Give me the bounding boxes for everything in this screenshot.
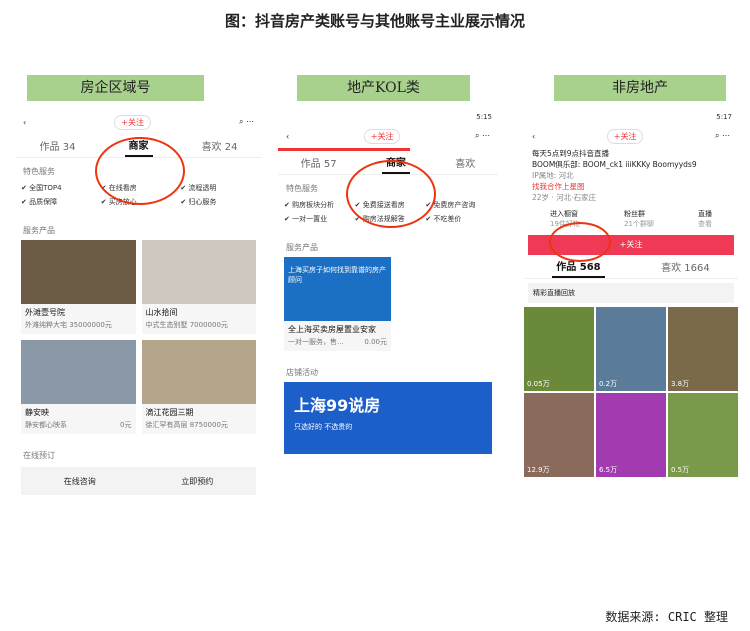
activity-heading: 店铺活动 (286, 368, 318, 377)
label-nonrealestate: 非房地产 (554, 75, 726, 101)
tab-likes[interactable]: 喜欢 1664 (661, 259, 710, 274)
video-thumb[interactable]: 6.5万 (596, 393, 666, 477)
live-entry[interactable]: 直播 查看 (698, 209, 712, 229)
book-button[interactable]: 立即预约 (181, 476, 213, 487)
activity-banner[interactable]: 上海99说房 只选好的 不选贵的 (284, 382, 492, 454)
follow-button[interactable]: +关注 (114, 114, 151, 130)
label-kol: 地产KOL类 (297, 75, 470, 101)
product-card[interactable]: 滴江花园三期 徐汇罕有高层 8750000元 (141, 340, 256, 434)
highlight-ring (346, 160, 436, 228)
product-card[interactable]: 外滩壹号院 外滩纯粹大宅 35000000元 (21, 240, 136, 334)
video-thumb[interactable]: 12.9万 (524, 393, 594, 477)
search-icon[interactable]: ⌕ ⋯ (475, 131, 490, 141)
service-heading: 服务产品 (286, 243, 318, 252)
highlight-ring (549, 222, 611, 262)
search-icon[interactable]: ⌕ ⋯ (239, 117, 254, 127)
follow-button[interactable]: +关注 (363, 128, 401, 144)
video-thumb[interactable]: 0.5万 (668, 393, 738, 477)
highlight-ring (95, 137, 185, 205)
source-note: 数据来源: CRIC 整理 (605, 610, 728, 624)
page-title: 图：抖音房产类账号与其他账号主业展示情况 (224, 12, 525, 30)
chip: 购房板块分析 (284, 200, 351, 210)
video-thumb[interactable]: 3.8万 (668, 307, 738, 391)
video-thumb[interactable]: 0.2万 (596, 307, 666, 391)
back-icon[interactable]: ‹ (23, 118, 26, 127)
tab-likes[interactable]: 喜欢 (455, 155, 475, 170)
product-card[interactable]: 上海买房子如何找到靠谱的房产顾问 全上海买卖房屋置业安家 一对一服务，售... 0.… (284, 257, 391, 351)
fans-group[interactable]: 粉丝群 21个群聊 (624, 209, 654, 229)
live-replay[interactable]: 精彩直播回放 (528, 283, 734, 303)
tab-works[interactable]: 作品 57 (301, 155, 337, 170)
product-card[interactable]: 山水拾间 中式生态别墅 7000000元 (141, 240, 256, 334)
online-heading: 在线预订 (23, 451, 55, 460)
service-heading: 服务产品 (23, 226, 55, 235)
chip: 全国TOP4 (21, 183, 97, 193)
search-icon[interactable]: ⌕ ⋯ (715, 131, 730, 141)
follow-button[interactable]: +关注 (606, 128, 644, 144)
chip: 品质保障 (21, 197, 97, 207)
label-developer: 房企区域号 (27, 75, 204, 101)
chip: 不吃差价 (425, 214, 492, 224)
video-thumb[interactable]: 0.05万 (524, 307, 594, 391)
chip: 流程透明 (180, 183, 256, 193)
tab-works[interactable]: 作品 34 (40, 138, 76, 153)
phone-nonrealestate: 5:17 ‹ +关注 ⌕ ⋯ 每天5点到9点抖音直播 BOOM俱乐部: BOOM_ck… (524, 110, 738, 530)
chip: 一对一置业 (284, 214, 351, 224)
consult-button[interactable]: 在线咨询 (64, 476, 96, 487)
back-icon[interactable]: ‹ (286, 132, 289, 141)
back-icon[interactable]: ‹ (532, 132, 535, 141)
tab-likes[interactable]: 喜欢 24 (202, 138, 238, 153)
product-card[interactable]: 静安映 静安都心映系 0元 (21, 340, 136, 434)
chip: 归心服务 (180, 197, 256, 207)
chip: 免费房产咨询 (425, 200, 492, 210)
